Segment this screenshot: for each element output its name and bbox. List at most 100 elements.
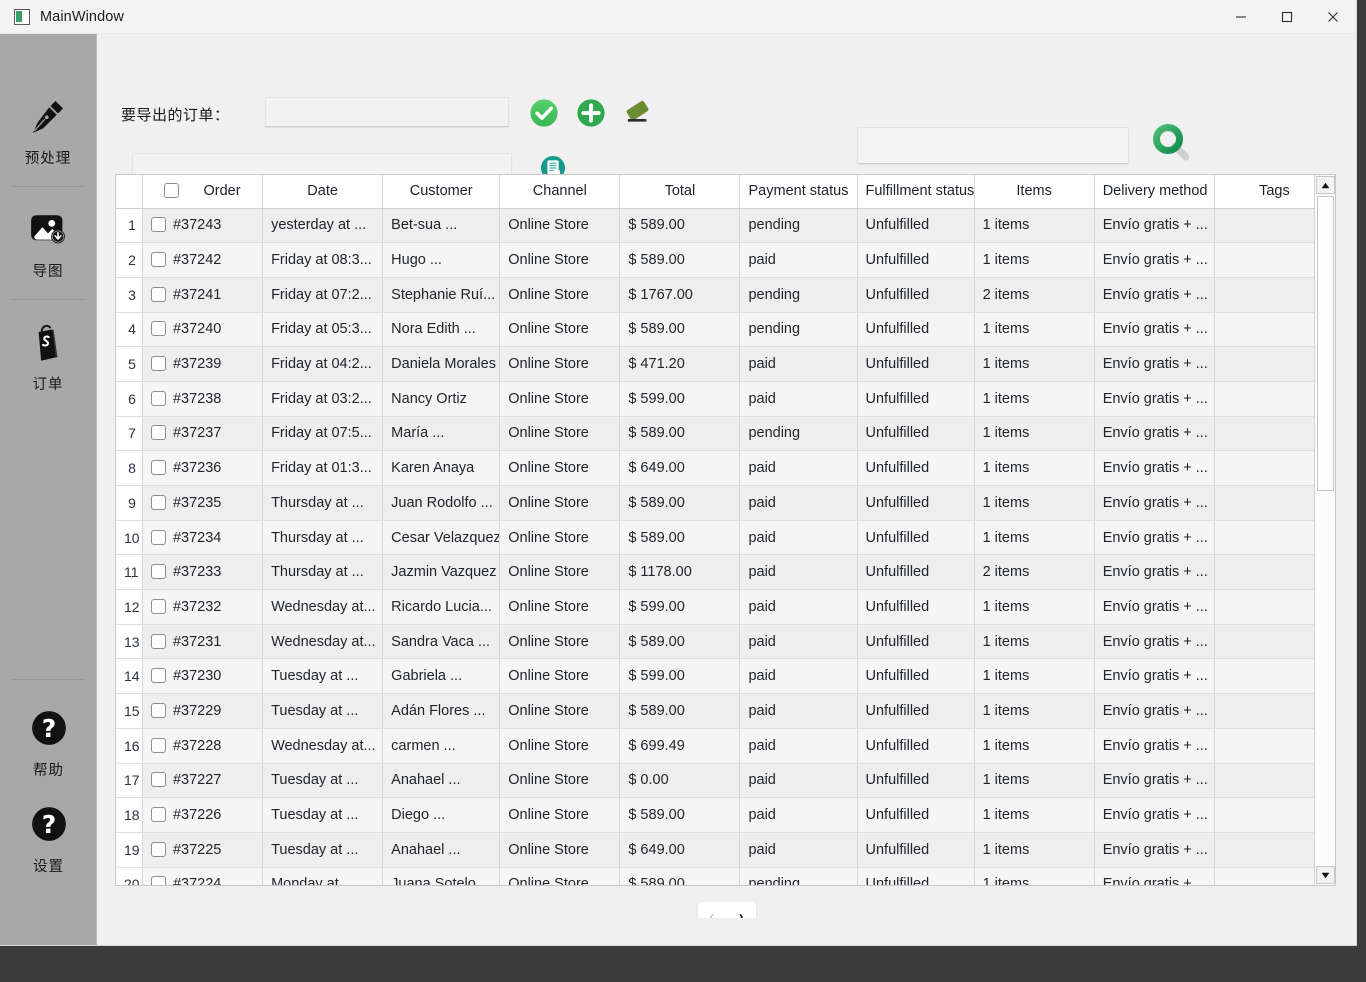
orders-to-export-input[interactable]	[265, 97, 509, 127]
cell-order[interactable]: #37236	[142, 450, 264, 486]
header-customer[interactable]: Customer	[382, 175, 501, 209]
row-select-checkbox[interactable]	[150, 633, 166, 649]
search-input[interactable]	[857, 127, 1129, 164]
table-row[interactable]: 17 #37227 Tuesday at ... Anahael ... Online …	[116, 763, 1335, 799]
table-row[interactable]: 8 #37236 Friday at 01:3... Karen Anaya Onlin…	[116, 450, 1335, 486]
cell-order[interactable]: #37242	[142, 242, 264, 278]
table-row[interactable]: 5 #37239 Friday at 04:2... Daniela Morales O…	[116, 346, 1335, 382]
header-total[interactable]: Total	[619, 175, 741, 209]
eraser-icon[interactable]	[621, 96, 655, 130]
row-number: 20	[116, 867, 143, 885]
row-select-checkbox[interactable]	[150, 321, 166, 337]
table-row[interactable]: 20 #37224 Monday at ... Juana Sotelo Online …	[116, 867, 1335, 885]
scroll-down-button[interactable]	[1316, 866, 1335, 884]
cell-order[interactable]: #37237	[142, 416, 264, 452]
row-select-checkbox[interactable]	[150, 668, 166, 684]
close-button[interactable]	[1310, 0, 1356, 34]
cell-order[interactable]: #37240	[142, 312, 264, 348]
header-channel[interactable]: Channel	[499, 175, 621, 209]
minimize-button[interactable]	[1218, 0, 1264, 34]
row-select-checkbox[interactable]	[150, 564, 166, 580]
row-select-checkbox[interactable]	[150, 876, 166, 885]
cell-customer: Stephanie Ruí...	[382, 277, 501, 313]
header-fulfillment-status[interactable]: Fulfillment status	[857, 175, 975, 209]
cell-order[interactable]: #37225	[142, 832, 264, 868]
header-delivery-method[interactable]: Delivery method	[1094, 175, 1215, 209]
table-row[interactable]: 12 #37232 Wednesday at... Ricardo Lucia... O…	[116, 589, 1335, 625]
sidebar-item-orders[interactable]: 订单	[0, 310, 96, 406]
cell-order[interactable]: #37243	[142, 208, 264, 244]
cell-date: Friday at 04:2...	[262, 346, 384, 382]
check-circle-icon[interactable]	[527, 96, 561, 130]
row-select-checkbox[interactable]	[150, 390, 166, 406]
cell-order[interactable]: #37241	[142, 277, 264, 313]
row-select-checkbox[interactable]	[150, 425, 166, 441]
cell-delivery-method: Envío gratis + ...	[1094, 242, 1215, 278]
table-row[interactable]: 15 #37229 Tuesday at ... Adán Flores ... Onl…	[116, 693, 1335, 729]
header-order[interactable]: Order	[142, 175, 264, 209]
header-items[interactable]: Items	[974, 175, 1095, 209]
cell-order[interactable]: #37238	[142, 381, 264, 417]
table-row[interactable]: 9 #37235 Thursday at ... Juan Rodolfo ... On…	[116, 485, 1335, 521]
cell-order[interactable]: #37234	[142, 520, 264, 556]
magnifier-icon[interactable]	[1147, 118, 1195, 166]
cell-order[interactable]: #37232	[142, 589, 264, 625]
maximize-button[interactable]	[1264, 0, 1310, 34]
table-row[interactable]: 13 #37231 Wednesday at... Sandra Vaca ... On…	[116, 624, 1335, 660]
cell-order[interactable]: #37239	[142, 346, 264, 382]
cell-total: $ 649.00	[619, 450, 741, 486]
row-select-checkbox[interactable]	[150, 217, 166, 233]
row-select-checkbox[interactable]	[150, 529, 166, 545]
row-select-checkbox[interactable]	[150, 356, 166, 372]
cell-order[interactable]: #37224	[142, 867, 264, 885]
table-row[interactable]: 16 #37228 Wednesday at... carmen ... Online …	[116, 728, 1335, 764]
table-row[interactable]: 6 #37238 Friday at 03:2... Nancy Ortiz Onlin…	[116, 381, 1335, 417]
table-row[interactable]: 19 #37225 Tuesday at ... Anahael ... Online …	[116, 832, 1335, 868]
table-row[interactable]: 18 #37226 Tuesday at ... Diego ... Online St…	[116, 797, 1335, 833]
row-select-checkbox[interactable]	[150, 807, 166, 823]
cell-order[interactable]: #37235	[142, 485, 264, 521]
table-row[interactable]: 14 #37230 Tuesday at ... Gabriela ... Online…	[116, 658, 1335, 695]
vertical-scrollbar[interactable]	[1314, 175, 1335, 885]
select-all-checkbox[interactable]	[164, 183, 180, 199]
cell-order[interactable]: #37227	[142, 763, 264, 799]
cell-order[interactable]: #37230	[142, 658, 264, 695]
sidebar-item-preprocess[interactable]: 预处理	[0, 84, 96, 180]
title-bar: MainWindow	[0, 0, 1356, 34]
cell-fulfillment-status: Unfulfilled	[857, 485, 975, 521]
sidebar-item-settings[interactable]: ? 设置	[0, 792, 97, 888]
shopify-bag-icon	[26, 320, 70, 364]
table-row[interactable]: 4 #37240 Friday at 05:3... Nora Edith ... On…	[116, 312, 1335, 348]
scroll-up-button[interactable]	[1316, 176, 1335, 194]
cell-payment-status: paid	[739, 242, 858, 278]
row-select-checkbox[interactable]	[150, 772, 166, 788]
row-select-checkbox[interactable]	[150, 702, 166, 718]
row-select-checkbox[interactable]	[150, 494, 166, 510]
sidebar-item-export-image[interactable]: 导图	[0, 197, 96, 293]
header-payment-status[interactable]: Payment status	[739, 175, 858, 209]
scrollbar-thumb[interactable]	[1317, 196, 1334, 491]
row-select-checkbox[interactable]	[150, 252, 166, 268]
cell-order[interactable]: #37233	[142, 554, 264, 591]
row-select-checkbox[interactable]	[150, 286, 166, 302]
row-select-checkbox[interactable]	[150, 737, 166, 753]
table-row[interactable]: 1 #37243 yesterday at ... Bet-sua ... Online…	[116, 208, 1335, 244]
header-date[interactable]: Date	[262, 175, 384, 209]
row-select-checkbox[interactable]	[150, 841, 166, 857]
table-row[interactable]: 3 #37241 Friday at 07:2... Stephanie Ruí...…	[116, 277, 1335, 313]
cell-items: 1 items	[974, 485, 1095, 521]
cell-order[interactable]: #37231	[142, 624, 264, 660]
cell-order[interactable]: #37228	[142, 728, 264, 764]
cell-channel: Online Store	[499, 763, 621, 799]
cell-order[interactable]: #37226	[142, 797, 264, 833]
cell-order[interactable]: #37229	[142, 693, 264, 729]
plus-circle-icon[interactable]	[574, 96, 608, 130]
cell-date: Wednesday at...	[262, 728, 384, 764]
table-row[interactable]: 2 #37242 Friday at 08:3... Hugo ... Online S…	[116, 242, 1335, 278]
row-select-checkbox[interactable]	[150, 598, 166, 614]
table-row[interactable]: 7 #37237 Friday at 07:5... María ... Online …	[116, 416, 1335, 452]
table-row[interactable]: 10 #37234 Thursday at ... Cesar Velazquez On…	[116, 520, 1335, 556]
row-select-checkbox[interactable]	[150, 460, 166, 476]
sidebar-item-help[interactable]: ? 帮助	[0, 696, 97, 792]
table-row[interactable]: 11 #37233 Thursday at ... Jazmin Vazquez Onl…	[116, 554, 1335, 591]
